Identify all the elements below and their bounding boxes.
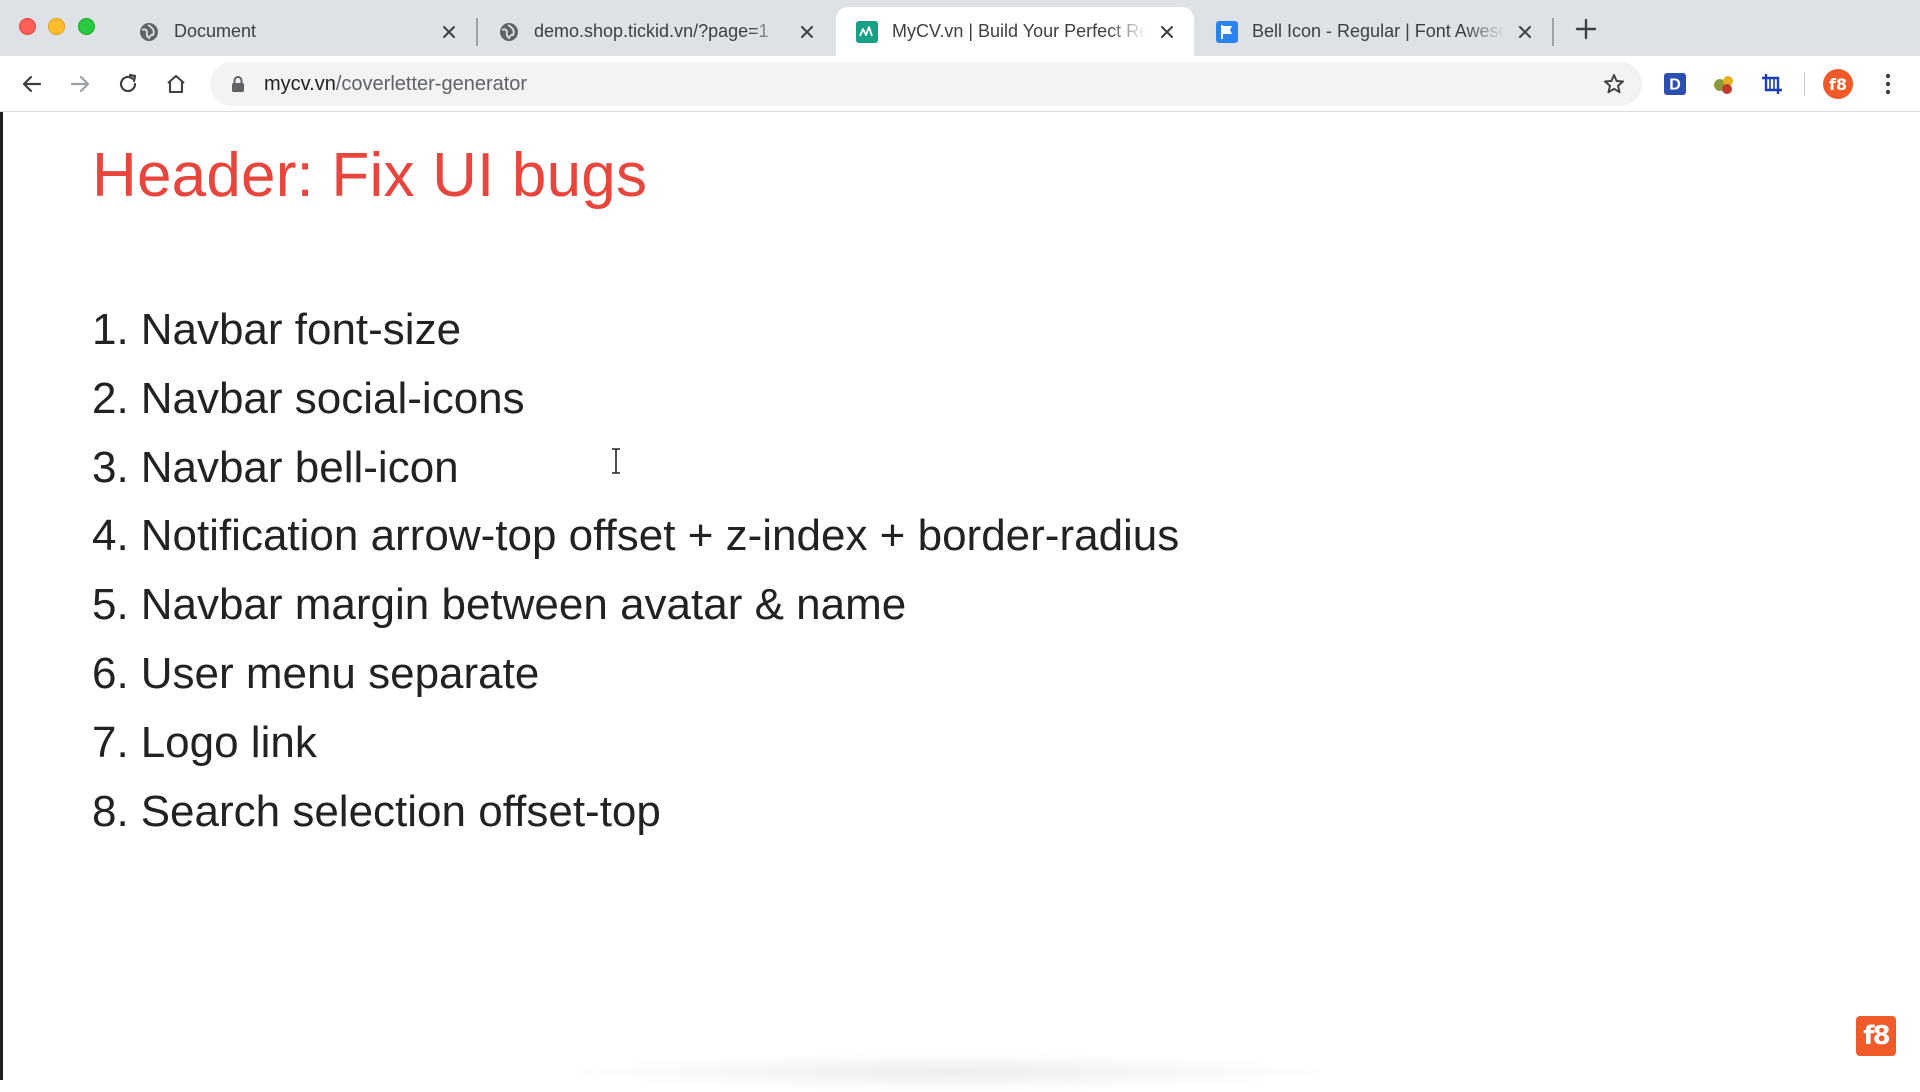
window-minimize-button[interactable]: [48, 18, 65, 35]
extension-d-label: D: [1669, 77, 1681, 94]
bug-list: 1. Navbar font-size 2. Navbar social-icons…: [92, 296, 1179, 846]
address-url: mycv.vn/coverletter-generator: [264, 73, 527, 96]
bookmark-star-icon[interactable]: [1602, 72, 1626, 96]
tab-demo-shop[interactable]: demo.shop.tickid.vn/?page=1: [478, 7, 834, 56]
arrow-right-icon: [70, 75, 90, 93]
list-item: 2. Navbar social-icons: [92, 373, 525, 423]
tab-title: demo.shop.tickid.vn/?page=1: [534, 21, 769, 41]
globe-icon: [498, 21, 520, 43]
svg-text:f8: f8: [1829, 75, 1847, 94]
reload-button[interactable]: [112, 68, 144, 100]
kebab-menu-icon: [1885, 73, 1891, 95]
window-close-button[interactable]: [19, 18, 36, 35]
new-tab-button[interactable]: [1572, 15, 1600, 43]
list-item: 5. Navbar margin between avatar & name: [92, 580, 907, 630]
home-button[interactable]: [160, 68, 192, 100]
page-heading: Header: Fix UI bugs: [92, 141, 648, 210]
list-item: 7. Logo link: [92, 717, 317, 767]
f8-profile-avatar[interactable]: f8: [1822, 68, 1854, 100]
tab-strip: Document demo.shop.tickid.vn/?page=1 MyC…: [0, 0, 1920, 56]
tab-close-icon[interactable]: [796, 21, 818, 43]
tab-close-icon[interactable]: [1514, 21, 1536, 43]
tab-separator: [1552, 18, 1554, 46]
left-edge-rule: [0, 112, 3, 1080]
window-zoom-button[interactable]: [78, 18, 95, 35]
tab-font-awesome[interactable]: Bell Icon - Regular | Font Awesome: [1196, 7, 1552, 56]
toolbar-separator: [1804, 72, 1805, 96]
tab-mycv[interactable]: MyCV.vn | Build Your Perfect Resume: [836, 7, 1194, 56]
home-icon: [167, 74, 185, 94]
reload-icon: [119, 73, 137, 93]
list-item: 4. Notification arrow-top offset + z-inde…: [92, 511, 1180, 561]
back-button[interactable]: [16, 68, 48, 100]
list-item: 8. Search selection offset-top: [92, 786, 661, 836]
tab-title: MyCV.vn | Build Your Perfect Resume: [892, 21, 1146, 41]
arrow-left-icon: [22, 75, 42, 93]
address-bar[interactable]: mycv.vn/coverletter-generator: [210, 62, 1642, 106]
mycv-logo-icon: [856, 20, 878, 43]
globe-icon: [138, 21, 160, 43]
url-path: /coverletter-generator: [335, 72, 528, 95]
browser-toolbar: mycv.vn/coverletter-generator D f8: [0, 56, 1920, 112]
text-cursor-icon: [612, 448, 620, 474]
list-item: 1. Navbar font-size: [92, 305, 462, 354]
f8-watermark-logo: f8: [1856, 1016, 1896, 1056]
tab-document[interactable]: Document: [118, 7, 476, 56]
browser-menu-button[interactable]: [1872, 68, 1904, 100]
list-item: 6. User menu separate: [92, 648, 540, 698]
lock-icon[interactable]: [228, 74, 248, 94]
plus-icon: [1575, 18, 1597, 40]
forward-button[interactable]: [64, 68, 96, 100]
bottom-shadow: [560, 1052, 1340, 1092]
tab-title: Document: [174, 21, 257, 41]
font-awesome-flag-icon: [1216, 20, 1238, 43]
url-host: mycv.vn: [264, 72, 336, 95]
d-extension-icon[interactable]: D: [1659, 68, 1691, 100]
list-item: 3. Navbar bell-icon: [92, 442, 459, 492]
tab-close-icon[interactable]: [1156, 21, 1178, 43]
tab-close-icon[interactable]: [438, 21, 460, 43]
crop-extension-icon[interactable]: [1756, 68, 1788, 100]
color-dots-extension-icon[interactable]: [1708, 68, 1740, 100]
tab-title: Bell Icon - Regular | Font Awesome: [1252, 21, 1504, 41]
